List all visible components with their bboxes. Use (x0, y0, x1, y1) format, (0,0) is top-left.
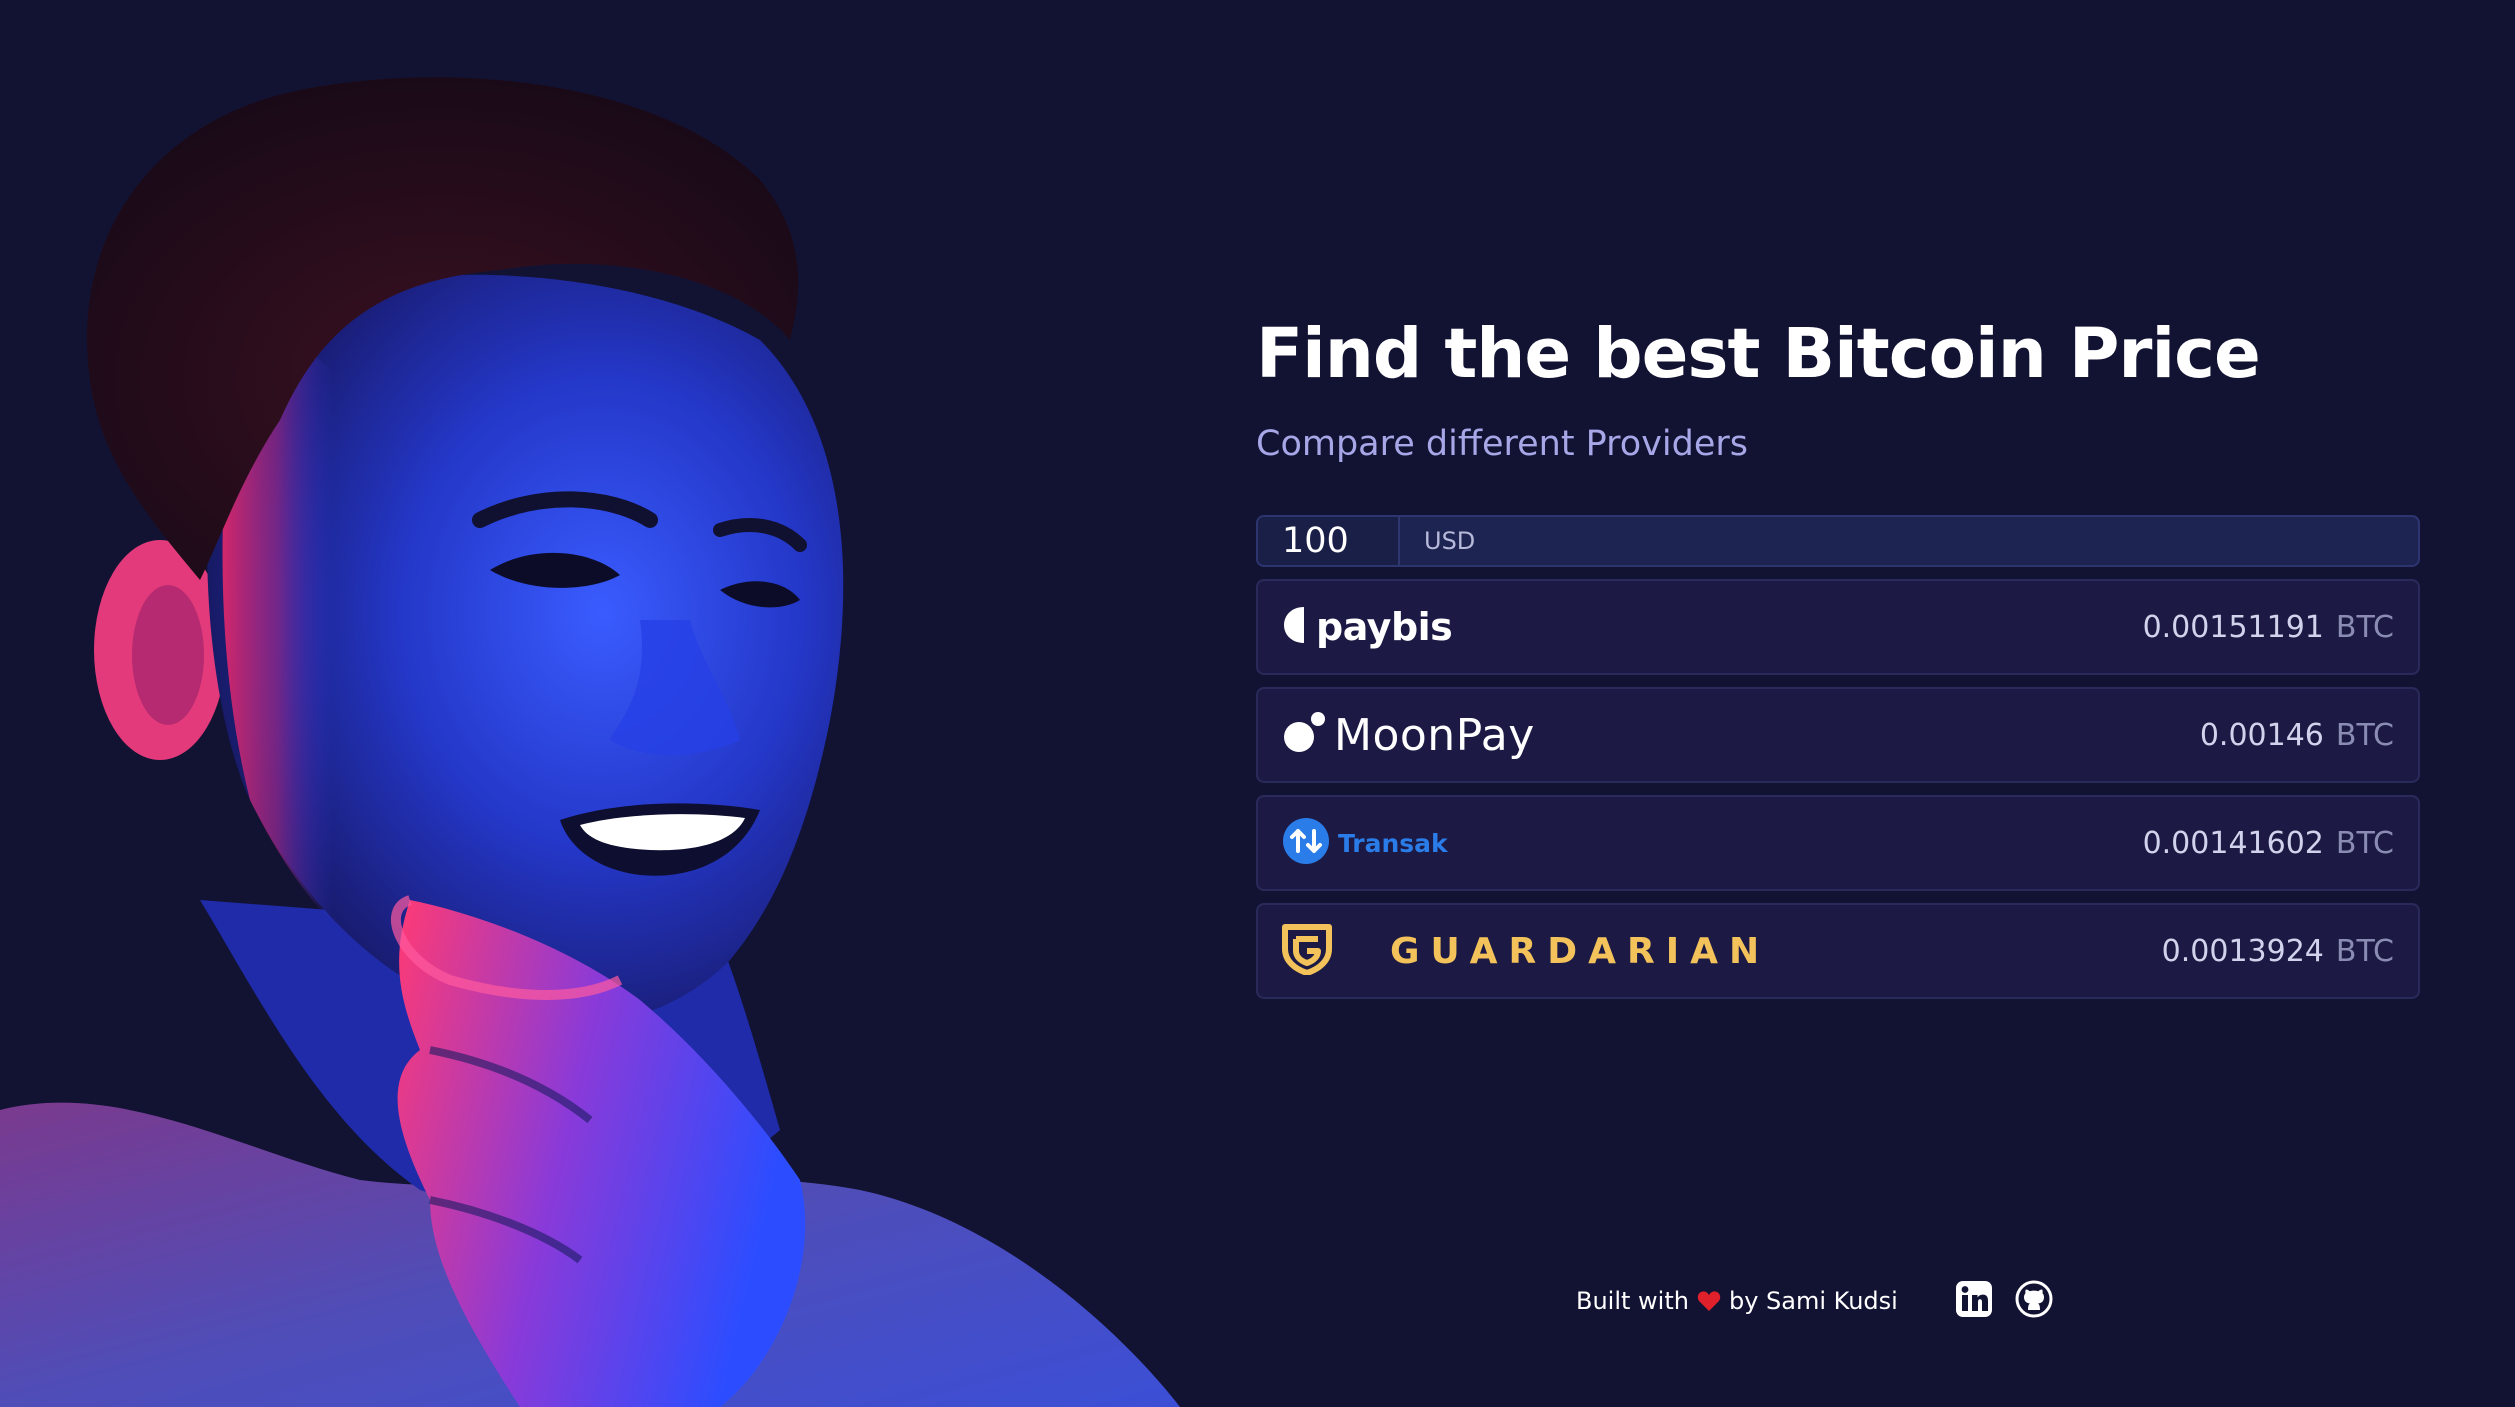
price-value: 0.00141602 (2142, 825, 2324, 861)
social-links (1954, 1280, 2074, 1323)
provider-list: paybis 0.00151191 BTC MoonPay 0.00146 BT… (1256, 579, 2420, 999)
linkedin-link[interactable] (1954, 1280, 1994, 1323)
paybis-half-moon-icon (1282, 605, 1306, 650)
paybis-wordmark: paybis (1316, 605, 1453, 649)
portrait-photo (0, 77, 1180, 1407)
hero-portrait-image (0, 0, 1200, 1407)
author-text: by Sami Kudsi (1728, 1287, 1898, 1315)
page-subtitle: Compare different Providers (1256, 424, 1748, 464)
guardarian-shield-icon (1282, 923, 1332, 980)
price-unit: BTC (2335, 609, 2394, 645)
github-link[interactable] (2014, 1280, 2054, 1323)
moonpay-logo: MoonPay (1282, 705, 1535, 765)
transak-arrows-icon (1282, 817, 1330, 870)
guardarian-wordmark: GUARDARIAN (1390, 930, 1771, 972)
page-title: Find the best Bitcoin Price (1256, 314, 2261, 394)
provider-row-guardarian[interactable]: GUARDARIAN 0.0013924 BTC (1256, 903, 2420, 999)
page: Find the best Bitcoin Price Compare diff… (0, 0, 2515, 1407)
price-value: 0.0013924 (2161, 933, 2324, 969)
linkedin-icon (1955, 1280, 1993, 1323)
heart-icon (1697, 1290, 1721, 1312)
built-with-text: Built with (1576, 1287, 1689, 1315)
price-unit: BTC (2335, 933, 2394, 969)
guardarian-logo: GUARDARIAN (1282, 921, 1770, 981)
moonpay-dots-icon (1282, 711, 1326, 760)
provider-price: 0.0013924 BTC (2162, 934, 2394, 969)
footer-credit: Built with by Sami Kudsi (1576, 1287, 1898, 1315)
provider-row-transak[interactable]: Transak 0.00141602 BTC (1256, 795, 2420, 891)
price-unit: BTC (2335, 825, 2394, 861)
provider-row-paybis[interactable]: paybis 0.00151191 BTC (1256, 579, 2420, 675)
price-value: 0.00146 (2199, 717, 2324, 753)
transak-wordmark: Transak (1338, 828, 1448, 858)
currency-label: USD (1424, 527, 1476, 555)
moonpay-wordmark: MoonPay (1334, 709, 1535, 761)
price-value: 0.00151191 (2142, 609, 2324, 645)
transak-logo: Transak (1282, 813, 1448, 873)
price-unit: BTC (2335, 717, 2394, 753)
amount-input[interactable] (1258, 517, 1400, 565)
amount-bar: USD (1256, 515, 2420, 567)
main-content: Find the best Bitcoin Price Compare diff… (1256, 320, 2420, 1011)
paybis-logo: paybis (1282, 597, 1453, 657)
footer: Built with by Sami Kudsi (1576, 1276, 2074, 1326)
github-icon (2015, 1280, 2053, 1323)
provider-price: 0.00141602 BTC (2143, 826, 2394, 861)
provider-price: 0.00151191 BTC (2143, 610, 2394, 645)
provider-row-moonpay[interactable]: MoonPay 0.00146 BTC (1256, 687, 2420, 783)
provider-price: 0.00146 BTC (2200, 718, 2394, 753)
